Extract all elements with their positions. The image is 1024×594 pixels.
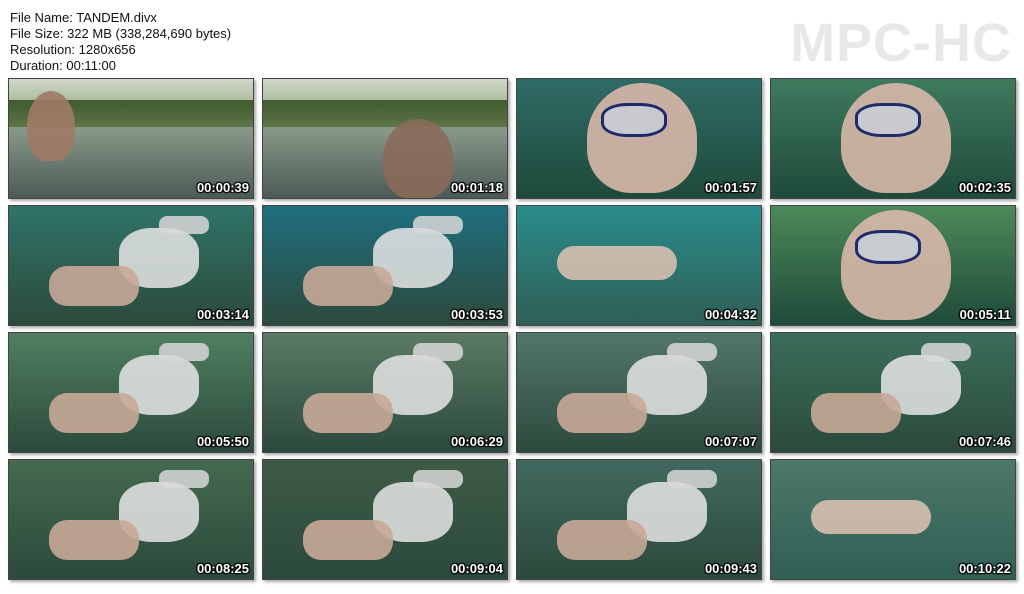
file-info: File Name: TANDEM.divx File Size: 322 MB… xyxy=(10,10,231,74)
resolution: Resolution: 1280x656 xyxy=(10,42,136,57)
timestamp-label: 00:09:04 xyxy=(450,561,503,576)
video-thumbnail[interactable]: 00:01:18 xyxy=(262,78,508,199)
timestamp-label: 00:10:22 xyxy=(958,561,1011,576)
timestamp-label: 00:00:39 xyxy=(196,180,249,195)
timestamp-label: 00:05:50 xyxy=(196,434,249,449)
timestamp-label: 00:04:32 xyxy=(704,307,757,322)
timestamp-label: 00:03:53 xyxy=(450,307,503,322)
brand-watermark: MPC-HC xyxy=(790,13,1012,73)
timestamp-label: 00:08:25 xyxy=(196,561,249,576)
video-thumbnail[interactable]: 00:05:50 xyxy=(8,332,254,453)
video-thumbnail[interactable]: 00:10:22 xyxy=(770,459,1016,580)
timestamp-label: 00:02:35 xyxy=(958,180,1011,195)
timestamp-label: 00:01:57 xyxy=(704,180,757,195)
timestamp-label: 00:03:14 xyxy=(196,307,249,322)
file-name: File Name: TANDEM.divx xyxy=(10,10,157,25)
video-thumbnail[interactable]: 00:03:53 xyxy=(262,205,508,326)
timestamp-label: 00:07:46 xyxy=(958,434,1011,449)
video-thumbnail[interactable]: 00:05:11 xyxy=(770,205,1016,326)
file-size: File Size: 322 MB (338,284,690 bytes) xyxy=(10,26,232,41)
duration: Duration: 00:11:00 xyxy=(10,58,116,73)
video-thumbnail[interactable]: 00:09:43 xyxy=(516,459,762,580)
timestamp-label: 00:06:29 xyxy=(450,434,503,449)
video-thumbnail[interactable]: 00:07:46 xyxy=(770,332,1016,453)
video-thumbnail[interactable]: 00:04:32 xyxy=(516,205,762,326)
timestamp-label: 00:01:18 xyxy=(450,180,503,195)
video-thumbnail[interactable]: 00:08:25 xyxy=(8,459,254,580)
video-thumbnail[interactable]: 00:07:07 xyxy=(516,332,762,453)
video-thumbnail[interactable]: 00:00:39 xyxy=(8,78,254,199)
video-thumbnail[interactable]: 00:03:14 xyxy=(8,205,254,326)
timestamp-label: 00:05:11 xyxy=(959,307,1011,322)
video-thumbnail[interactable]: 00:02:35 xyxy=(770,78,1016,199)
video-thumbnail[interactable]: 00:06:29 xyxy=(262,332,508,453)
video-thumbnail[interactable]: 00:01:57 xyxy=(516,78,762,199)
timestamp-label: 00:07:07 xyxy=(704,434,757,449)
video-thumbnail[interactable]: 00:09:04 xyxy=(262,459,508,580)
thumbnail-grid: 00:00:39 00:01:18 00:01:57 00:02:35 00:03:14… xyxy=(8,78,1016,580)
timestamp-label: 00:09:43 xyxy=(704,561,757,576)
